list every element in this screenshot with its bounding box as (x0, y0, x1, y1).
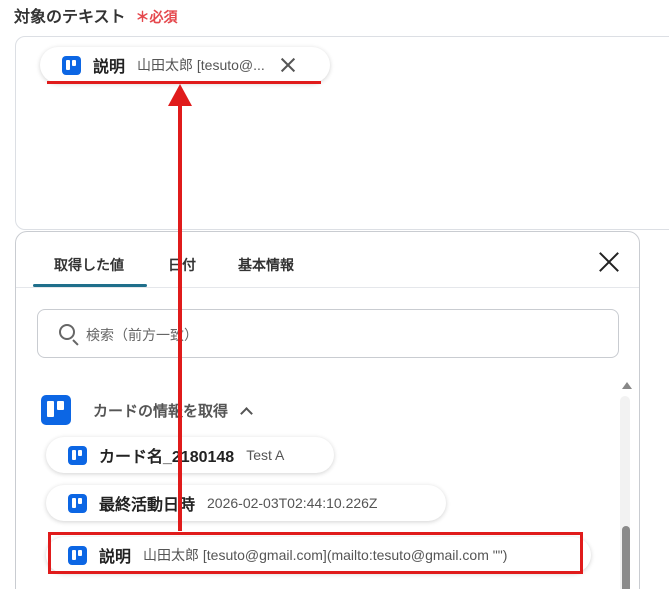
tab-bar: 取得した値 日付 基本情報 (16, 232, 639, 288)
trello-icon (41, 395, 71, 425)
scroll-up-arrow[interactable] (622, 382, 632, 389)
annotation-box (48, 532, 583, 574)
list-item[interactable]: 最終活動日時 2026-02-03T02:44:10.226Z (46, 485, 446, 521)
tab-basic-info[interactable]: 基本情報 (238, 255, 294, 275)
chip-name: 説明 (93, 59, 126, 76)
close-icon[interactable] (279, 56, 297, 74)
scrollbar-thumb[interactable] (622, 526, 630, 589)
group-header-card-info[interactable]: カードの情報を取得 (41, 395, 253, 425)
active-tab-indicator (33, 284, 147, 287)
arrow-up-annotation (168, 84, 192, 106)
chevron-up-icon[interactable] (240, 406, 253, 420)
search-input[interactable]: 検索（前方一致） (37, 309, 619, 358)
chip-value: 山田太郎 [tesuto@... (137, 57, 265, 73)
search-icon (59, 324, 75, 340)
tab-date[interactable]: 日付 (168, 255, 196, 275)
field-label-text: 対象のテキスト (14, 9, 126, 26)
item-value: Test A (246, 447, 285, 463)
list-item[interactable]: カード名_2180148 Test A (46, 437, 334, 473)
selected-value-chip[interactable]: 説明 山田太郎 [tesuto@... (40, 47, 330, 83)
field-label: 対象のテキスト ＊必須 (14, 3, 178, 27)
item-name: カード名_2180148 (99, 449, 235, 466)
close-icon[interactable] (598, 251, 620, 273)
item-value: 2026-02-03T02:44:10.226Z (207, 495, 378, 511)
tab-acquired-values[interactable]: 取得した値 (54, 255, 124, 275)
group-title: カードの情報を取得 (93, 402, 229, 420)
required-badge: ＊必須 (135, 9, 178, 25)
trello-icon (68, 445, 87, 465)
trello-icon (62, 55, 81, 75)
annotation-arrow-line (178, 105, 182, 531)
trello-icon (68, 493, 87, 513)
